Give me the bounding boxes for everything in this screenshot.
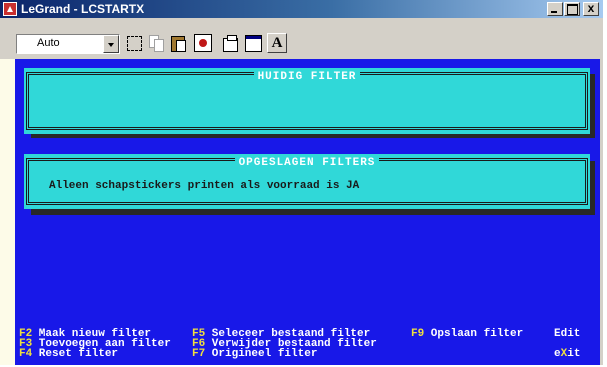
close-button[interactable]: x [583, 1, 599, 16]
fkey-f9[interactable]: F9 Opslaan filter [411, 329, 523, 340]
font-size-value: Auto [37, 37, 60, 49]
fkey-f7[interactable]: F7 Origineel filter [192, 349, 317, 360]
properties-icon[interactable] [221, 33, 241, 53]
toolbar: Auto A [0, 18, 603, 59]
window-title: LeGrand - LCSTARTX [21, 2, 145, 16]
current-filter-title: HUIDIG FILTER [253, 71, 361, 83]
minimize-button[interactable] [547, 2, 563, 16]
font-button[interactable]: A [267, 33, 287, 53]
current-filter-panel: HUIDIG FILTER [24, 68, 590, 134]
saved-filter-item[interactable]: Alleen schapstickers printen als voorraa… [49, 180, 359, 192]
paste-icon[interactable] [168, 33, 188, 53]
console-area[interactable]: HUIDIG FILTER OPGESLAGEN FILTERS Alleen … [15, 59, 600, 365]
title-bar[interactable]: LeGrand - LCSTARTX x [0, 0, 603, 18]
font-icon: A [271, 35, 283, 51]
chevron-down-icon[interactable] [103, 35, 119, 53]
close-icon: x [587, 1, 595, 15]
saved-filters-panel: OPGESLAGEN FILTERS Alleen schapstickers … [24, 154, 590, 209]
console-window: LeGrand - LCSTARTX x Auto A HUIDIG FILTE… [0, 0, 603, 365]
fullscreen-icon[interactable] [194, 34, 212, 52]
saved-filters-title: OPGESLAGEN FILTERS [234, 157, 380, 169]
exit-label[interactable]: eXit [554, 349, 580, 360]
copy-icon[interactable] [146, 33, 166, 53]
font-size-select[interactable]: Auto [16, 34, 120, 54]
fkey-f4[interactable]: F4 Reset filter [19, 349, 118, 360]
edit-label[interactable]: Edit [554, 329, 580, 340]
left-margin [0, 59, 15, 365]
background-icon[interactable] [243, 33, 263, 53]
maximize-button[interactable] [564, 2, 580, 16]
select-icon[interactable] [124, 33, 144, 53]
app-icon[interactable] [3, 2, 17, 16]
